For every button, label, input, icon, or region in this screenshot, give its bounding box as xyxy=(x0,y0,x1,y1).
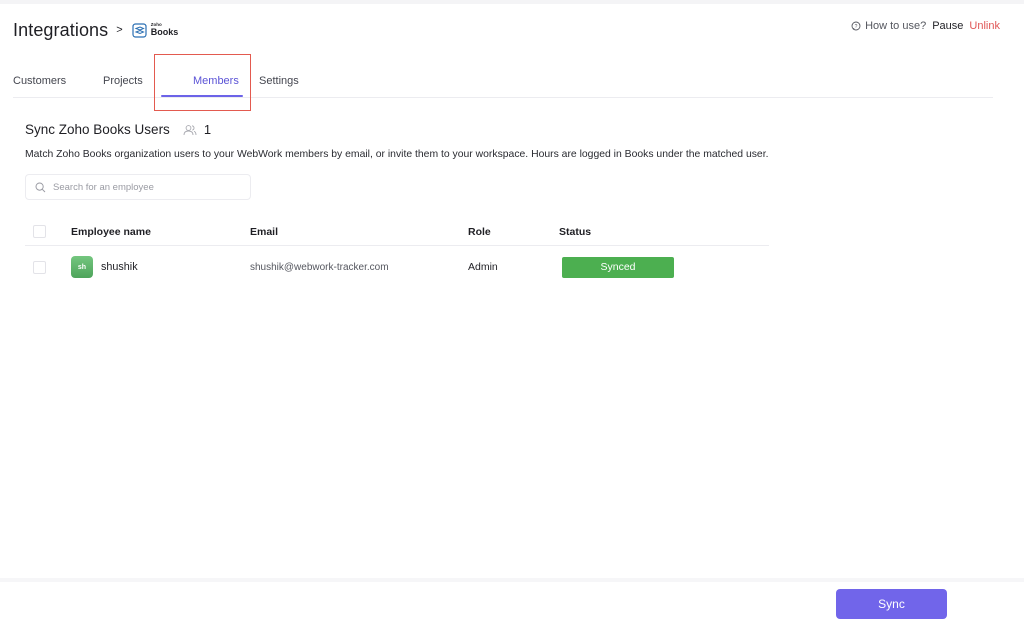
svg-text:?: ? xyxy=(855,24,858,30)
tab-bar: Customers Projects Members Settings xyxy=(13,71,299,91)
tab-members-label: Members xyxy=(193,75,239,87)
app-window: Integrations > Zoho Books ? How to use? … xyxy=(0,0,1024,628)
avatar: sh xyxy=(71,256,93,278)
column-header-status: Status xyxy=(559,225,592,238)
members-table: Employee name Email Role Status sh shush… xyxy=(25,218,769,288)
tab-projects[interactable]: Projects xyxy=(103,75,177,87)
page-title: Integrations xyxy=(13,19,109,40)
tab-members[interactable]: Members xyxy=(177,75,259,87)
header-actions: ? How to use? Pause Unlink xyxy=(851,20,1000,32)
section-title: Sync Zoho Books Users xyxy=(25,122,170,137)
unlink-button[interactable]: Unlink xyxy=(969,20,1000,32)
section-header: Sync Zoho Books Users 1 xyxy=(25,122,211,137)
column-header-email: Email xyxy=(250,225,279,238)
zoho-books-logo: Zoho Books xyxy=(132,22,179,38)
tab-settings[interactable]: Settings xyxy=(259,75,299,87)
how-to-use-link[interactable]: ? How to use? xyxy=(851,20,926,32)
top-strip xyxy=(0,0,1024,4)
header: Integrations > Zoho Books xyxy=(13,18,178,42)
employee-name: shushik xyxy=(101,261,138,273)
status-badge: Synced xyxy=(562,256,674,278)
sync-button[interactable]: Sync xyxy=(836,589,947,619)
logo-main-text: Books xyxy=(150,26,179,37)
member-count: 1 xyxy=(203,122,212,137)
employee-role: Admin xyxy=(468,261,498,273)
breadcrumb-separator: > xyxy=(116,24,123,36)
column-header-role: Role xyxy=(468,225,491,238)
zoho-books-logo-icon xyxy=(132,22,148,38)
tabs-divider xyxy=(13,97,993,98)
search-input[interactable] xyxy=(53,181,233,193)
footer-divider xyxy=(0,578,1024,582)
search-icon xyxy=(35,182,46,193)
section-description: Match Zoho Books organization users to y… xyxy=(25,149,769,160)
users-icon xyxy=(183,124,197,136)
search-box[interactable] xyxy=(25,174,251,200)
employee-email: shushik@webwork-tracker.com xyxy=(250,261,389,273)
column-header-name: Employee name xyxy=(71,225,151,238)
pause-button[interactable]: Pause xyxy=(932,20,963,32)
select-all-checkbox[interactable] xyxy=(33,225,46,238)
tab-customers[interactable]: Customers xyxy=(13,75,103,87)
how-to-use-label: How to use? xyxy=(865,20,927,32)
table-row: sh shushik shushik@webwork-tracker.com A… xyxy=(25,246,769,288)
chat-bubble-icon: ? xyxy=(851,21,861,31)
table-header-row: Employee name Email Role Status xyxy=(25,218,769,246)
row-checkbox[interactable] xyxy=(33,260,46,274)
